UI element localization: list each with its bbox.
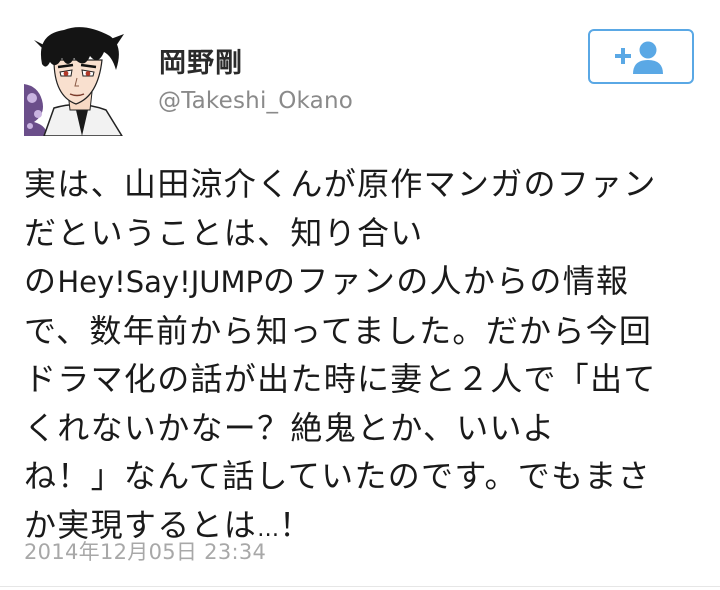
follow-button[interactable] xyxy=(588,29,694,84)
tweet-text: 実は、山田涼介くんが原作マンガのファン だということは、知り合い のHey!Sa… xyxy=(24,160,704,554)
tweet-line: ね！」なんて話していたのです。でもまさ xyxy=(24,452,704,501)
tweet-line-text: の xyxy=(24,262,58,300)
divider xyxy=(0,586,720,587)
tweet-line: くれないかなー？絶鬼とか、いいよ xyxy=(24,404,704,453)
tweet-line: で、数年前から知ってました。だから今回 xyxy=(24,307,704,356)
tweet-line-text: だということは、知り合い xyxy=(24,213,424,252)
tweet-line: 実は、山田涼介くんが原作マンガのファン xyxy=(24,160,704,209)
group-name: Hey!Say!JUMP xyxy=(57,265,264,299)
tweet-line-text: で、数年前から知ってました。だから今回 xyxy=(24,311,653,350)
user-handle[interactable]: @Takeshi_Okano xyxy=(158,88,353,114)
tweet-line-text: ！ xyxy=(279,505,313,544)
tweet-line-text: ね！」なんて話していたのです。でもまさ xyxy=(24,457,651,495)
tweet-line-text: のファンの人からの情報 xyxy=(263,262,630,300)
tweet-line: だということは、知り合い xyxy=(24,209,704,258)
tweet-line-text: 実は、山田涼介くんが原作マンガのファン xyxy=(24,165,657,203)
add-user-icon xyxy=(615,41,663,74)
tweet-line: ドラマ化の話が出た時に妻と２人で「出て xyxy=(24,355,704,404)
tweet-line-text: ドラマ化の話が出た時に妻と２人で「出て xyxy=(24,360,657,398)
tweet-line-text: くれないかなー？絶鬼とか、いいよ xyxy=(24,408,556,447)
tweet-timestamp[interactable]: 2014年12月05日 23:34 xyxy=(24,536,266,566)
display-name[interactable]: 岡野剛 xyxy=(159,41,243,80)
tweet-line: のHey!Say!JUMPのファンの人からの情報 xyxy=(24,257,704,307)
avatar[interactable] xyxy=(24,26,136,136)
